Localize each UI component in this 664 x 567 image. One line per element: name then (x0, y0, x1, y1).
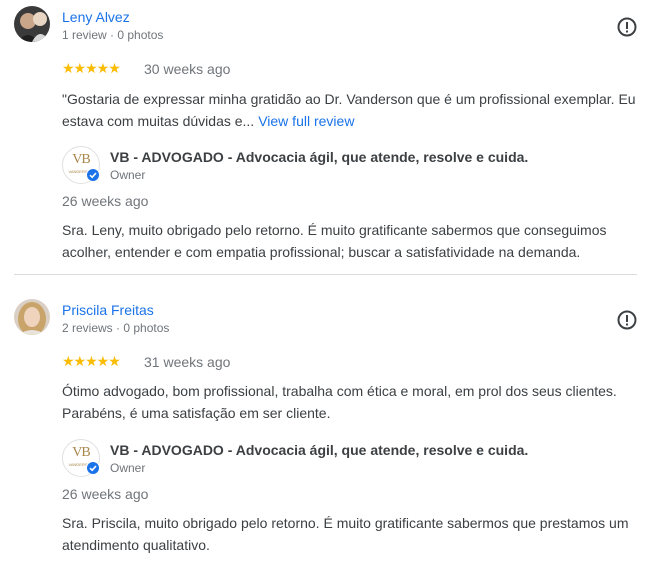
review-date: 31 weeks ago (144, 354, 231, 370)
review-card: Leny Alvez 1 review · 0 photos ★★★★★ 30 … (0, 0, 664, 275)
owner-name: VB - ADVOGADO - Advocacia ágil, que aten… (110, 149, 529, 165)
logo-monogram: VB (72, 152, 90, 167)
view-full-review-link[interactable]: View full review (258, 113, 354, 129)
star-rating: ★★★★★ (62, 60, 121, 76)
review-date: 30 weeks ago (144, 61, 231, 77)
verified-badge-icon (86, 168, 100, 182)
report-icon[interactable] (616, 16, 638, 38)
reviewer-meta: 1 review · 0 photos (62, 28, 164, 42)
owner-role: Owner (110, 168, 146, 182)
reviewer-meta: 2 reviews · 0 photos (62, 321, 170, 335)
logo-monogram: VB (72, 445, 90, 460)
review-text: "Gostaria de expressar minha gratidão ao… (62, 88, 658, 132)
reply-date: 26 weeks ago (62, 486, 149, 502)
owner-reply-text: Sra. Leny, muito obrigado pelo retorno. … (62, 222, 607, 260)
reviewer-avatar[interactable] (14, 299, 50, 335)
owner-role: Owner (110, 461, 146, 475)
reviewer-avatar[interactable] (14, 6, 50, 42)
review-card: Priscila Freitas 2 reviews · 0 photos ★★… (0, 293, 664, 567)
star-rating: ★★★★★ (62, 353, 121, 369)
reviewer-name[interactable]: Priscila Freitas (62, 302, 154, 318)
review-divider (14, 274, 637, 275)
owner-name: VB - ADVOGADO - Advocacia ágil, que aten… (110, 442, 529, 458)
reply-date: 26 weeks ago (62, 193, 149, 209)
owner-reply-text: Sra. Priscila, muito obrigado pelo retor… (62, 515, 629, 553)
reviewer-name[interactable]: Leny Alvez (62, 9, 130, 25)
verified-badge-icon (86, 461, 100, 475)
review-text: Ótimo advogado, bom profissional, trabal… (62, 383, 617, 421)
report-icon[interactable] (616, 309, 638, 331)
